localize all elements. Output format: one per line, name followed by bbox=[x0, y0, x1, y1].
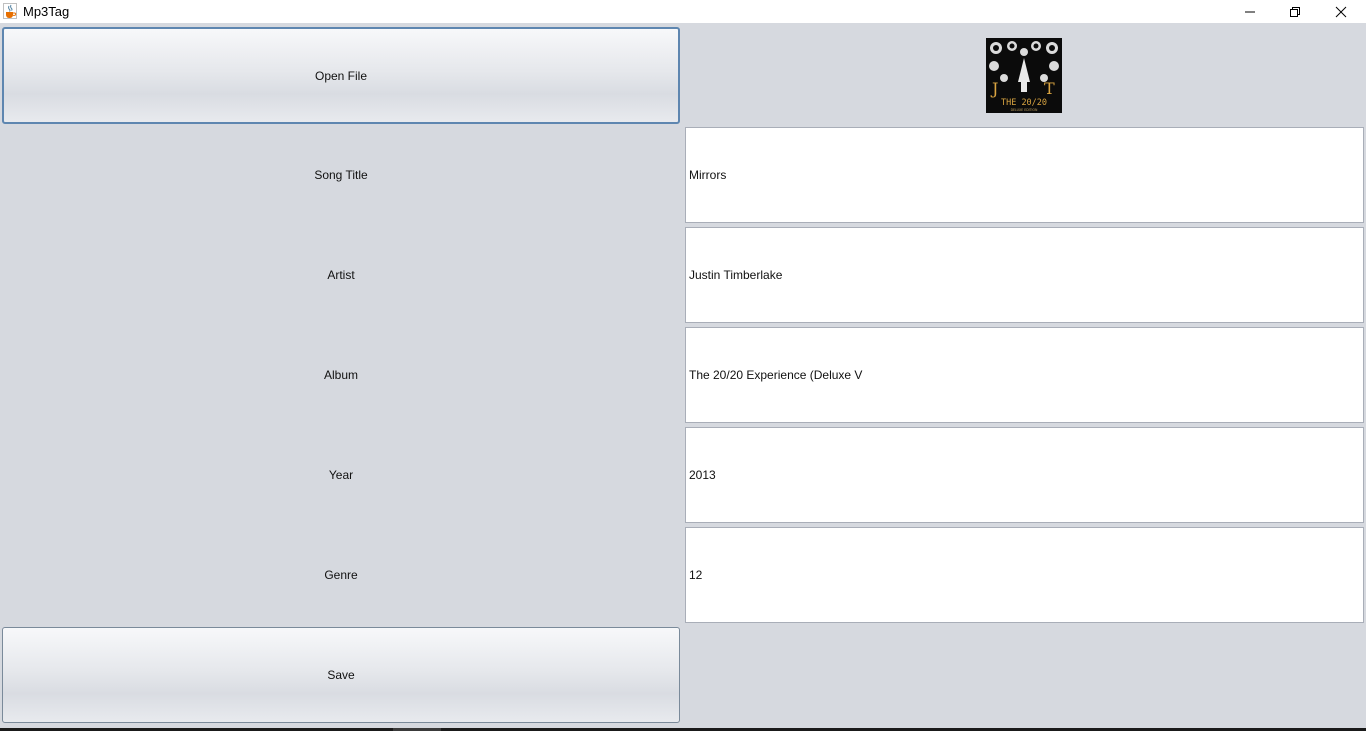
title-bar: Mp3Tag bbox=[0, 0, 1366, 23]
album-art-subcaption: DELUXE EDITION bbox=[1011, 108, 1038, 112]
song-title-field[interactable]: Mirrors bbox=[685, 127, 1364, 223]
close-icon bbox=[1335, 6, 1347, 17]
restore-button[interactable] bbox=[1272, 0, 1318, 23]
artist-label: Artist bbox=[2, 227, 680, 323]
genre-label-text: Genre bbox=[324, 568, 358, 582]
album-art-letter-right: T bbox=[1044, 79, 1055, 98]
artist-field[interactable]: Justin Timberlake bbox=[685, 227, 1364, 323]
album-art-image: J T THE 20/20 DELUXE EDITION bbox=[986, 38, 1062, 113]
album-label: Album bbox=[2, 327, 680, 423]
album-art-letter-left: J bbox=[990, 79, 998, 98]
genre-label: Genre bbox=[2, 527, 680, 623]
genre-value: 12 bbox=[689, 568, 703, 582]
restore-icon bbox=[1290, 6, 1300, 17]
album-field[interactable]: The 20/20 Experience (Deluxe V bbox=[685, 327, 1364, 423]
year-label: Year bbox=[2, 427, 680, 523]
minimize-button[interactable] bbox=[1227, 0, 1273, 23]
album-label-text: Album bbox=[323, 368, 358, 382]
save-label: Save bbox=[327, 668, 355, 682]
year-label-text: Year bbox=[328, 468, 354, 482]
genre-field[interactable]: 12 bbox=[685, 527, 1364, 623]
save-button[interactable]: Save bbox=[2, 627, 680, 723]
close-button[interactable] bbox=[1318, 0, 1364, 23]
song-title-label: Song Title bbox=[2, 127, 680, 223]
song-title-label-text: Song Title bbox=[314, 168, 368, 182]
artist-label-text: Artist bbox=[327, 268, 355, 282]
minimize-icon bbox=[1245, 11, 1255, 12]
album-art-caption: THE 20/20 bbox=[1001, 98, 1047, 108]
artist-value: Justin Timberlake bbox=[689, 268, 783, 282]
song-title-value: Mirrors bbox=[689, 168, 727, 182]
open-file-label: Open File bbox=[314, 68, 368, 83]
album-value: The 20/20 Experience (Deluxe V bbox=[689, 368, 863, 382]
open-file-button[interactable]: Open File bbox=[2, 27, 680, 124]
window-title: Mp3Tag bbox=[23, 4, 70, 19]
year-field[interactable]: 2013 bbox=[685, 427, 1364, 523]
year-value: 2013 bbox=[689, 468, 716, 482]
java-cup-icon bbox=[3, 3, 17, 19]
